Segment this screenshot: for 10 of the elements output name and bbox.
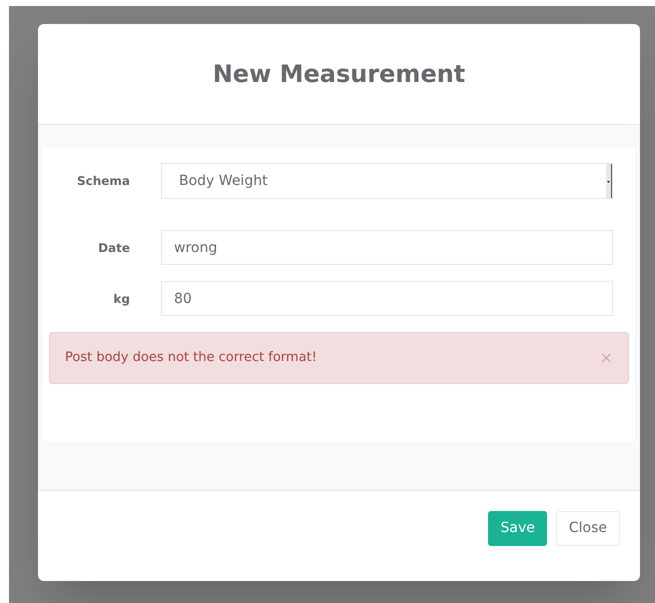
schema-select[interactable]: Body Weight [161,163,613,199]
field-label: kg [112,290,130,308]
field-label: Date [97,240,130,256]
field-label: Schema [76,173,130,190]
alert-message: Post body does not the correct format! [65,349,317,368]
caret-icon [606,164,612,198]
dialog-title: New Measurement [212,59,466,90]
input-field[interactable]: 80 [161,281,613,316]
close-button[interactable]: Close [556,511,620,546]
input-field[interactable]: wrong [161,230,613,265]
